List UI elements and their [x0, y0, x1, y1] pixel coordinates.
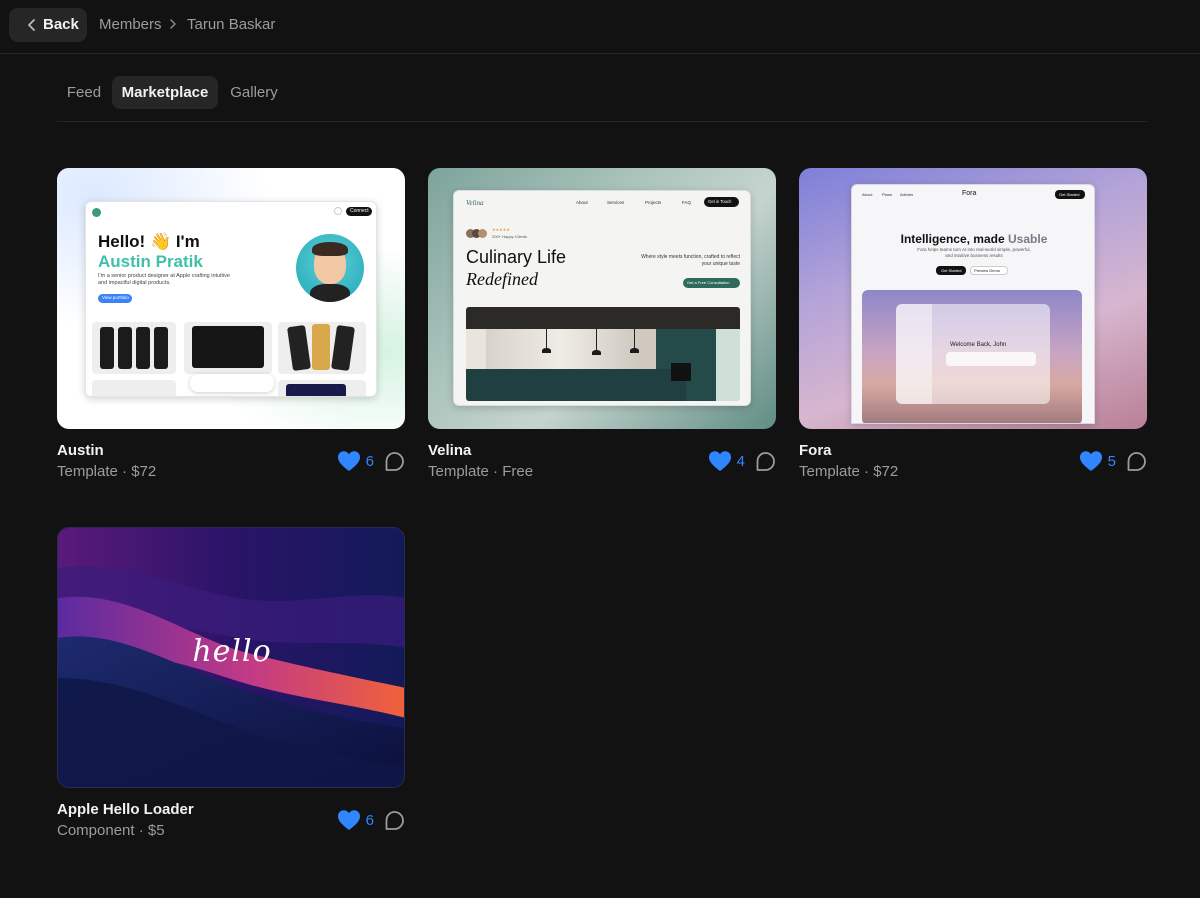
hello-script: hello — [192, 634, 272, 669]
breadcrumb-current: Tarun Baskar — [187, 16, 276, 33]
velina-nav-about: About — [576, 200, 588, 205]
austin-hero-name: Austin Pratik — [98, 252, 203, 271]
velina-nav-cta: Get in Touch — [708, 199, 732, 204]
like-count: 6 — [365, 452, 374, 470]
like-button[interactable]: 4 — [708, 450, 745, 472]
tab-bar: Feed Marketplace Gallery — [57, 75, 1147, 122]
heart-icon — [337, 810, 360, 830]
fora-preview-image[interactable]: About Plans Articles Fora Get Started In… — [799, 168, 1147, 429]
austin-connect-label: Connect — [350, 208, 369, 214]
comment-icon[interactable] — [1126, 451, 1147, 472]
heart-icon — [337, 451, 360, 471]
velina-logo: Velina — [466, 199, 484, 207]
like-count: 5 — [1107, 452, 1116, 470]
fora-nav-articles: Articles — [900, 192, 914, 197]
austin-bio: I'm a senior product designer at Apple c… — [98, 273, 230, 286]
avatar — [296, 234, 364, 302]
tab-feed[interactable]: Feed — [57, 76, 111, 109]
comment-icon[interactable] — [755, 451, 776, 472]
fora-nav-cta: Get Started — [1059, 192, 1080, 197]
back-label: Back — [43, 16, 79, 33]
austin-preview-image[interactable]: Connect Hello! 👋 I'm Austin Pratik I'm a… — [57, 168, 405, 429]
like-button[interactable]: 5 — [1079, 450, 1116, 472]
velina-headline-2: Redefined — [466, 269, 538, 289]
velina-nav-projects: Projects — [645, 200, 662, 205]
hello-loader-preview-image[interactable]: hello — [57, 527, 405, 788]
fora-btn1: Get Started — [941, 268, 962, 273]
fora-headline-accent: Usable — [1008, 232, 1048, 246]
fora-nav-plans: Plans — [882, 192, 893, 197]
tab-marketplace[interactable]: Marketplace — [112, 76, 218, 109]
chevron-right-icon — [170, 19, 176, 29]
card-title[interactable]: Velina — [428, 442, 471, 459]
fora-nav-about: About — [862, 192, 873, 197]
austin-cta: View portfolio — [102, 295, 129, 300]
velina-preview-image[interactable]: Velina About Services Projects FAQ Get i… — [428, 168, 776, 429]
like-count: 6 — [365, 811, 374, 829]
card-title[interactable]: Austin — [57, 442, 104, 459]
heart-icon — [708, 451, 731, 471]
fora-logo: Fora — [962, 190, 977, 197]
comment-icon[interactable] — [384, 810, 405, 831]
fora-sub: Fora helps teams turn AI into real-world… — [917, 247, 1031, 258]
card-subtitle: Template · Free — [428, 463, 534, 480]
velina-nav-faq: FAQ — [682, 200, 692, 205]
card-title[interactable]: Apple Hello Loader — [57, 801, 194, 818]
tab-gallery[interactable]: Gallery — [219, 76, 289, 109]
austin-hero-line1: Hello! 👋 I'm — [98, 232, 200, 251]
like-count: 4 — [736, 452, 745, 470]
fora-btn2: Preview Demo — [974, 268, 1001, 273]
velina-clients: 200+ Happy Clients — [492, 234, 528, 239]
comment-icon[interactable] — [384, 451, 405, 472]
card-subtitle: Template · $72 — [57, 463, 157, 480]
card-subtitle: Template · $72 — [799, 463, 899, 480]
velina-cta: Get a Free Consultation — [687, 280, 730, 285]
breadcrumb-members[interactable]: Members — [99, 16, 162, 33]
card-title[interactable]: Fora — [799, 442, 832, 459]
velina-tagline: Where style meets function, crafted to r… — [641, 254, 740, 267]
fora-headline: Intelligence, made — [900, 232, 1005, 246]
card-subtitle: Component · $5 — [57, 822, 165, 839]
like-button[interactable]: 6 — [337, 450, 374, 472]
velina-nav-services: Services — [607, 200, 625, 205]
top-bar: Back Members Tarun Baskar — [0, 0, 1200, 54]
fora-welcome: Welcome Back, John — [950, 342, 1007, 348]
back-button[interactable]: Back — [9, 8, 87, 42]
like-button[interactable]: 6 — [337, 809, 374, 831]
velina-headline-1: Culinary Life — [466, 247, 567, 267]
chevron-left-icon — [28, 19, 35, 31]
heart-icon — [1079, 451, 1102, 471]
